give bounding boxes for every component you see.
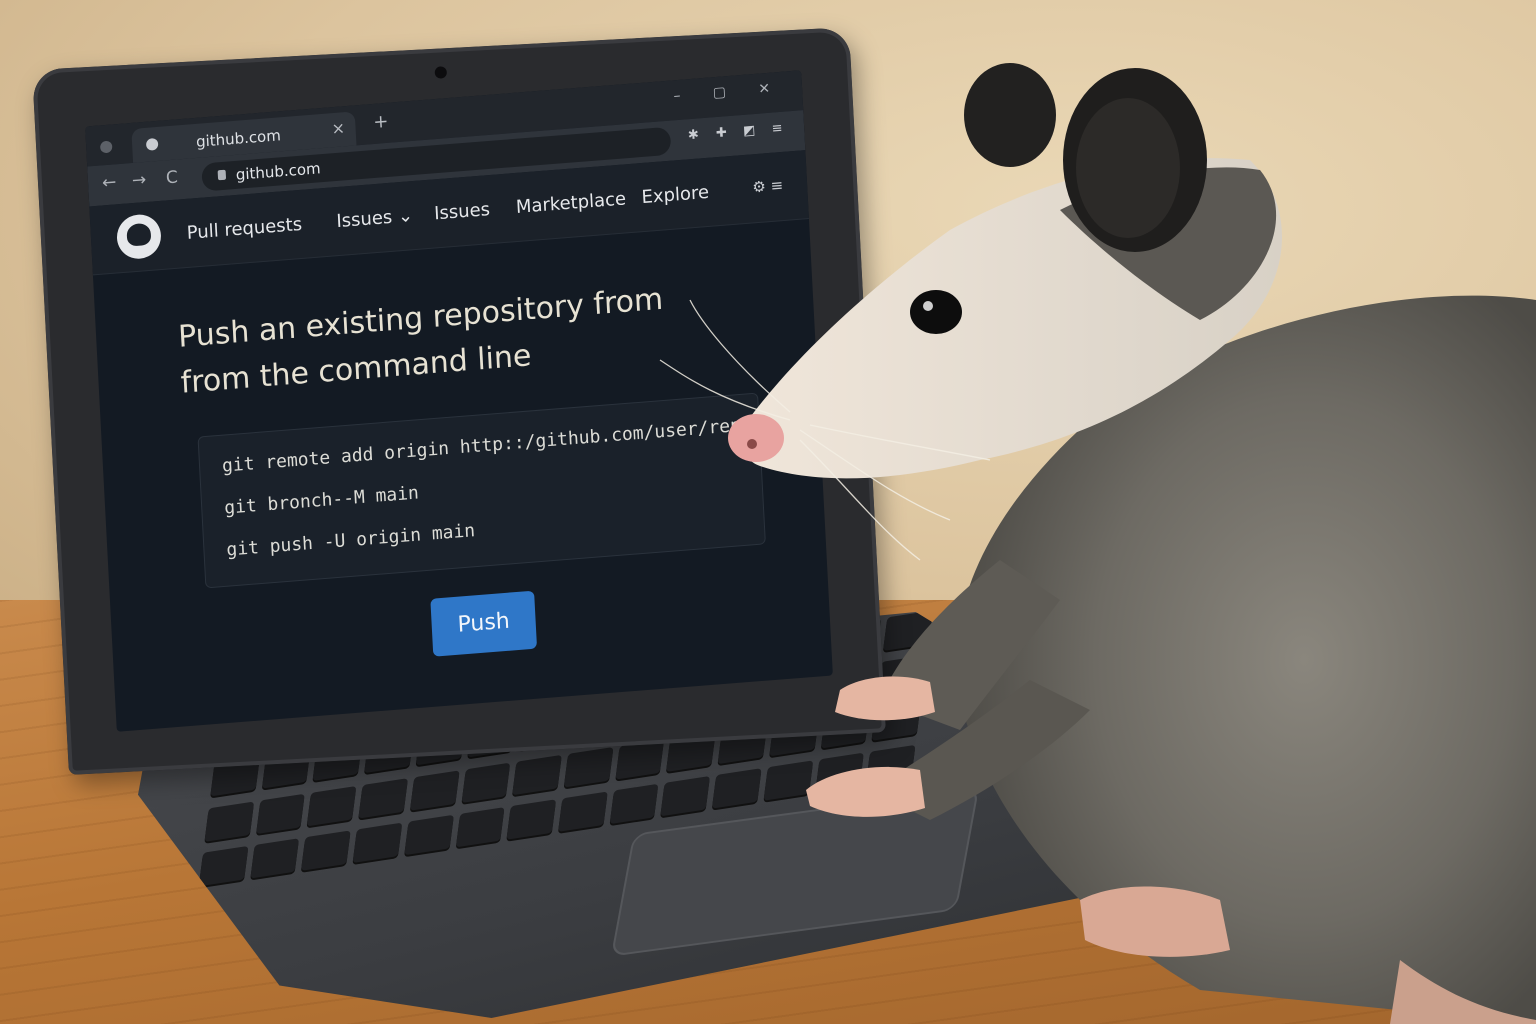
opossum-ear [964, 63, 1056, 167]
opossum-ear-inner [1076, 98, 1180, 238]
opossum-hand [835, 676, 935, 721]
opossum-eye [910, 290, 962, 334]
opossum-hand [806, 766, 925, 817]
opossum [659, 63, 1536, 1024]
opossum-foot [1080, 886, 1230, 957]
opossum-nose [728, 414, 784, 462]
photo-scene: github.com × + – ▢ ✕ ← → C github.com ✱ … [0, 0, 1536, 1024]
